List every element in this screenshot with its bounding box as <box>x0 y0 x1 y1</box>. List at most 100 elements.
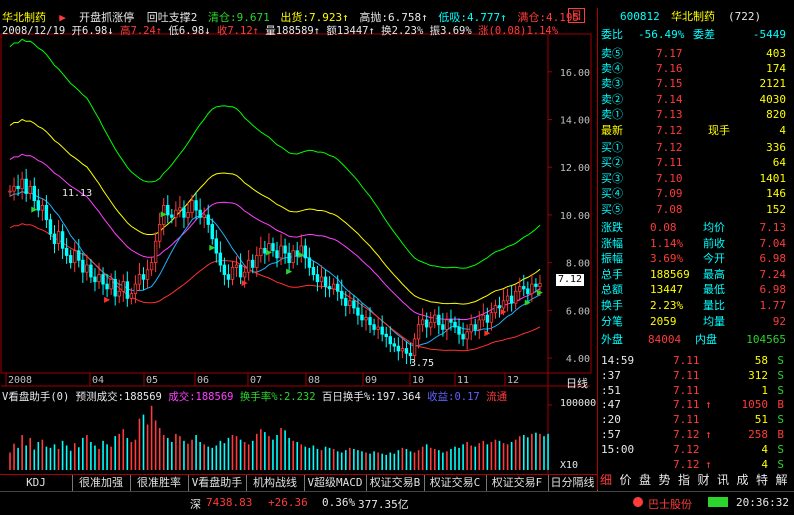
annotation-low: 3.75 <box>410 358 435 369</box>
candle-body <box>441 324 445 330</box>
candle-body <box>404 348 409 354</box>
panel-tab-0[interactable]: 细 <box>600 473 612 488</box>
buy-level[interactable]: 买⑤ 7.08 152 <box>598 202 786 217</box>
panel-tab-8[interactable]: 特 <box>756 473 768 488</box>
tick-row-cell: 4 <box>761 457 768 471</box>
tab-qzb[interactable]: 权证交易B <box>366 475 425 491</box>
candle-body <box>485 314 490 323</box>
stat-row[interactable]: 涨跌 0.08 均价 7.13 <box>598 220 786 235</box>
candle-body <box>384 333 388 338</box>
candle-body <box>392 343 397 347</box>
candle-body <box>526 288 530 295</box>
tick-row[interactable]: 7.12 ↑ 4 S <box>598 457 786 472</box>
sell-level-cell: 2121 <box>759 77 787 91</box>
tab-qzc[interactable]: 权证交易C <box>424 475 487 491</box>
candle-body <box>400 348 405 352</box>
sell-level[interactable]: 卖③ 7.15 2121 <box>598 76 786 91</box>
tick-row[interactable]: :51 7.11 1 S <box>598 383 786 398</box>
vol-deal: 成交:188569 <box>168 391 234 403</box>
tick-row[interactable]: 15:00 7.12 4 S <box>598 442 786 457</box>
candle-body <box>505 295 510 302</box>
stat-row-cell: 2.23% <box>650 299 684 312</box>
stat-row-cell: 最高 <box>703 267 725 281</box>
panel-tab-9[interactable]: 解 <box>776 473 788 488</box>
candle-body <box>93 276 97 283</box>
stat-row-cell: 前收 <box>703 236 725 250</box>
sell-level-cell: 卖③ <box>601 77 623 91</box>
sell-level-cell: 卖⑤ <box>601 47 623 60</box>
stat-row[interactable]: 换手 2.23% 量比 1.77 <box>598 298 786 313</box>
buy-level[interactable]: 买④ 7.09 146 <box>598 186 786 201</box>
candle-body <box>340 290 344 299</box>
tick-row[interactable]: :57 7.12 ↑ 258 B <box>598 427 786 442</box>
candle-body <box>420 319 425 326</box>
stat-row[interactable]: 涨幅 1.14% 前收 7.04 <box>598 236 786 251</box>
period-flag[interactable]: 日 <box>568 8 585 23</box>
candle-body <box>311 267 316 275</box>
tab-qzf[interactable]: 权证交易F <box>486 475 549 491</box>
buy-level[interactable]: 买③ 7.10 1401 <box>598 171 786 186</box>
vol-indicator-name[interactable]: V看盘助手(0) <box>2 391 69 403</box>
stat-row-cell: 总手 <box>601 267 623 281</box>
stock-name-panel: 华北制药 <box>671 10 715 23</box>
candle-body <box>518 286 522 292</box>
bar-open: 开6.98↓ <box>71 25 114 37</box>
panel-tab-6[interactable]: 讯 <box>717 473 729 488</box>
sell-level[interactable]: 卖⑤ 7.17 403 <box>598 46 786 61</box>
candle-body <box>360 314 364 321</box>
tab-vmacd[interactable]: V超级MACD权 <box>304 475 367 491</box>
sell-level[interactable]: 卖④ 7.16 174 <box>598 61 786 76</box>
candle-body <box>153 240 158 264</box>
sell-level[interactable]: 卖① 7.13 820 <box>598 107 786 122</box>
candle-body <box>206 214 210 225</box>
stat-row[interactable]: 总手 188569 最高 7.24 <box>598 267 786 282</box>
tab-kdj[interactable]: KDJ <box>0 475 73 491</box>
tab-hzjq[interactable]: 很准加强 <box>72 475 131 491</box>
tab-hzsl[interactable]: 很准胜率 <box>130 475 189 491</box>
tick-row[interactable]: :47 7.11 ↑ 1050 B <box>598 397 786 412</box>
candle-body <box>149 262 154 271</box>
panel-tab-2[interactable]: 盘 <box>639 473 651 488</box>
buy-level[interactable]: 买① 7.12 336 <box>598 140 786 155</box>
candle-body <box>129 293 134 299</box>
stat-row[interactable]: 分笔 2059 均量 92 <box>598 314 786 329</box>
stock-num: (722) <box>728 10 762 23</box>
buy-level[interactable]: 买② 7.11 64 <box>598 155 786 170</box>
tab-vkp[interactable]: V看盘助手 <box>188 475 247 491</box>
panel-tab-1[interactable]: 价 <box>620 473 632 488</box>
buy-level-cell: 336 <box>766 141 786 154</box>
stat-row-cell: 2059 <box>650 314 677 328</box>
sell-level-cell: 4030 <box>759 92 787 106</box>
candle-body <box>8 190 12 193</box>
panel-tab-4[interactable]: 指 <box>678 473 690 488</box>
tick-row-cell: 7.11 <box>673 368 700 382</box>
tick-row[interactable]: 14:59 7.11 58 S <box>598 353 786 368</box>
candle-body <box>68 255 73 264</box>
y-tick-label: 4.00 <box>566 354 590 365</box>
candle-body <box>202 214 206 218</box>
candle-body <box>109 278 113 290</box>
panel-tab-7[interactable]: 成 <box>737 473 749 488</box>
vol-pred: 预测成交:188569 <box>75 391 162 403</box>
x-tick-label: 06 <box>197 375 209 386</box>
y-tick-label: 16.00 <box>560 68 590 79</box>
tick-row-cell: :37 <box>601 368 621 382</box>
tick-row-cell: S <box>777 457 784 471</box>
index-change: +26.36 <box>268 496 308 509</box>
stat-row[interactable]: 振幅 3.69% 今开 6.98 <box>598 251 786 266</box>
broker-name[interactable]: 巴士股份 <box>648 496 692 512</box>
buy-level-cell: 买③ <box>601 171 623 185</box>
tab-rfgx[interactable]: 日分隔线 <box>548 475 598 491</box>
candle-body <box>190 200 194 213</box>
tick-row[interactable]: :37 7.11 312 S <box>598 368 786 383</box>
stat-row[interactable]: 总额 13447 最低 6.98 <box>598 282 786 297</box>
y-tick-label: 8.00 <box>566 259 590 270</box>
candle-body <box>174 209 178 218</box>
tab-jgzx[interactable]: 机构战线(修 <box>246 475 305 491</box>
tick-row[interactable]: :20 7.11 51 S <box>598 412 786 427</box>
panel-tab-3[interactable]: 势 <box>659 473 671 488</box>
sell-level[interactable]: 卖② 7.14 4030 <box>598 92 786 107</box>
candle-body <box>48 219 53 235</box>
panel-tab-5[interactable]: 财 <box>698 473 710 488</box>
candle-body <box>437 314 441 326</box>
